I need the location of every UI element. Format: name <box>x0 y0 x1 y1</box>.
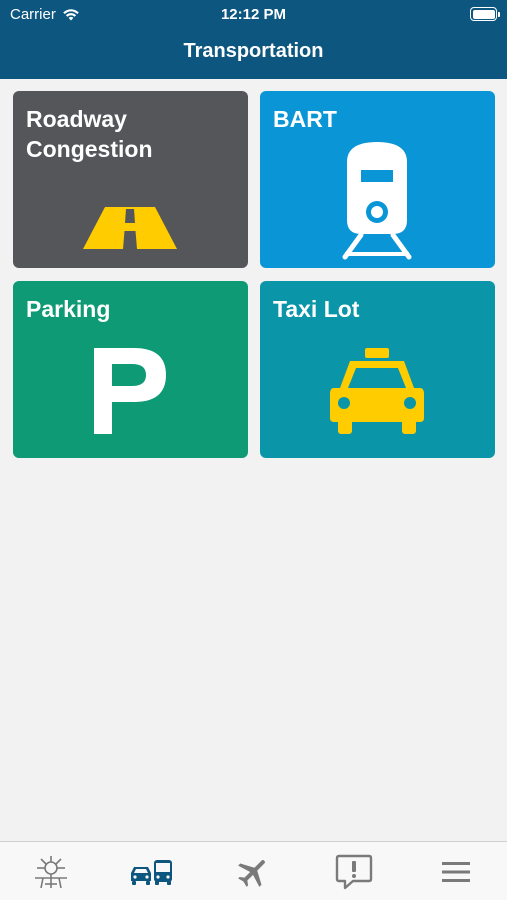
battery-icon <box>470 7 500 21</box>
train-icon <box>342 142 412 260</box>
taxi-icon <box>330 348 424 434</box>
status-time: 12:12 PM <box>220 6 287 23</box>
tile-label: Roadway Congestion <box>26 106 153 162</box>
status-bar: Carrier 12:12 PM <box>0 0 507 28</box>
tab-bar <box>0 841 507 900</box>
tile-roadway-congestion[interactable]: Roadway Congestion <box>13 91 248 268</box>
tile-label: BART <box>273 106 337 132</box>
tile-parking[interactable]: Parking <box>13 281 248 458</box>
tile-label: Taxi Lot <box>273 296 360 322</box>
tile-label: Parking <box>26 296 111 322</box>
tab-flights[interactable] <box>202 842 303 900</box>
menu-icon <box>441 861 470 882</box>
airplane-icon <box>237 859 265 887</box>
road-icon <box>83 207 177 249</box>
parking-icon <box>94 348 166 434</box>
tab-transportation[interactable] <box>101 842 202 900</box>
alert-message-icon <box>335 854 372 889</box>
tab-airport-home[interactable] <box>0 842 101 900</box>
page-title: Transportation <box>183 40 324 62</box>
airport-logo-icon <box>34 855 67 888</box>
header: Carrier 12:12 PM Transportation <box>0 0 507 79</box>
tile-bart[interactable]: BART <box>260 91 495 268</box>
tab-menu[interactable] <box>405 842 506 900</box>
tab-alerts[interactable] <box>303 842 404 900</box>
tile-taxi-lot[interactable]: Taxi Lot <box>260 281 495 458</box>
transportation-icon <box>130 859 172 885</box>
